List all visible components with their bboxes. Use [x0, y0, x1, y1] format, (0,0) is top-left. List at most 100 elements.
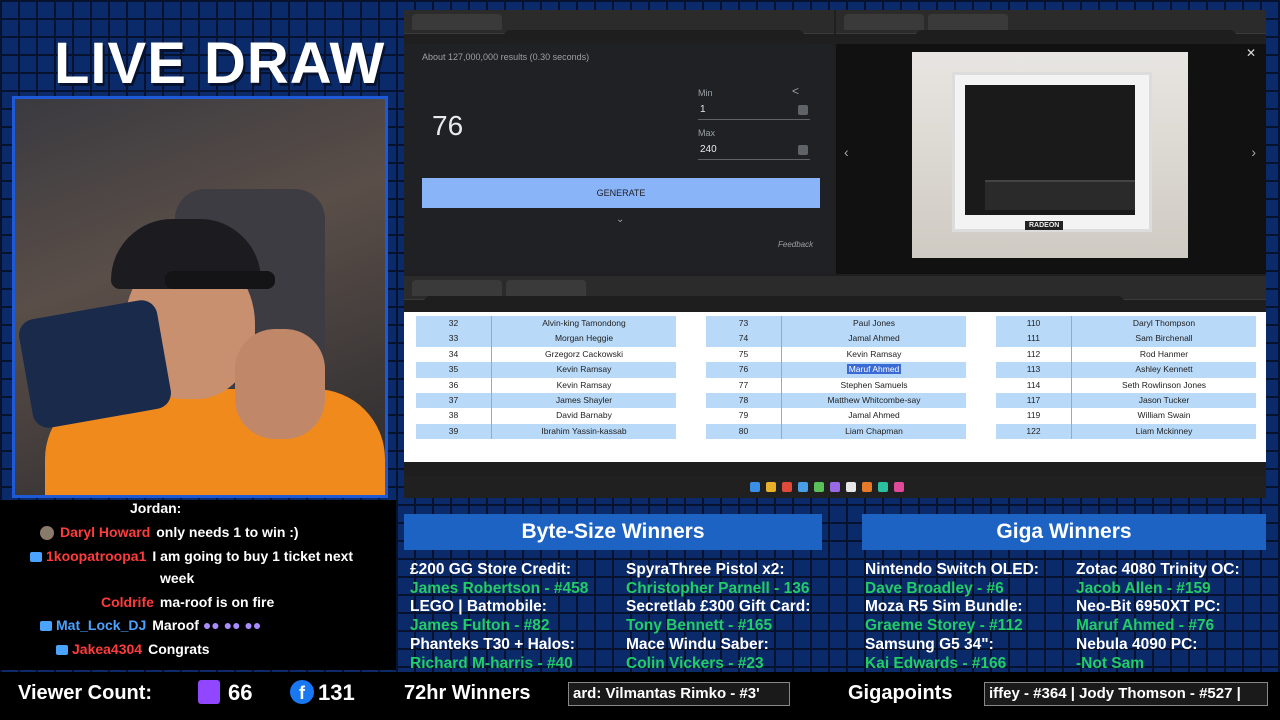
chat-partial-line: Jordan:	[130, 500, 182, 516]
table-row: 74 Jamal Ahmed	[706, 331, 966, 347]
badge-icon	[30, 552, 42, 563]
chevron-left-icon[interactable]: ‹	[844, 144, 849, 160]
entry-number: 75	[706, 346, 782, 363]
browser-tab[interactable]	[928, 14, 1008, 30]
max-field[interactable]: 240	[698, 142, 810, 160]
graphics-card	[985, 180, 1135, 210]
entry-number: 117	[996, 392, 1072, 409]
table-row: 36 Kevin Ramsay	[416, 377, 676, 393]
chat-message: Jakea4304 Congrats	[56, 641, 210, 657]
chat-username[interactable]: Daryl Howard	[60, 524, 150, 540]
start-icon[interactable]	[750, 482, 760, 492]
chat-text: ma-roof is on fire	[159, 594, 275, 610]
selected-entry-name[interactable]: Maruf Ahmed	[846, 364, 902, 375]
chevron-right-icon[interactable]: ›	[1251, 144, 1256, 160]
prize-name: Zotac 4080 Trinity OC:	[1076, 561, 1240, 578]
max-label: Max	[698, 128, 716, 138]
entry-number: 80	[706, 423, 782, 440]
address-bar[interactable]	[424, 296, 1124, 308]
feedback-link[interactable]: Feedback	[778, 240, 813, 249]
table-row-highlighted: 76 Maruf Ahmed	[706, 362, 966, 378]
table-row: 37 James Shayler	[416, 392, 676, 409]
table-row: 78 Matthew Whitcombe-say	[706, 392, 966, 409]
table-row: 77 Stephen Samuels	[706, 377, 966, 393]
table-row: 112 Rod Hanmer	[996, 346, 1256, 363]
address-bar[interactable]	[916, 30, 1236, 42]
entry-number: 111	[996, 331, 1072, 347]
entry-name: Maruf Ahmed	[782, 362, 966, 377]
browser-tab[interactable]	[844, 14, 924, 30]
app-icon[interactable]	[846, 482, 856, 492]
entry-number: 73	[706, 316, 782, 332]
min-field[interactable]: 1	[698, 102, 810, 120]
folder-icon[interactable]	[766, 482, 776, 492]
entry-name: Ashley Kennett	[1135, 364, 1193, 375]
app-icon[interactable]	[798, 482, 808, 492]
entry-name: Sam Birchenall	[1135, 333, 1193, 344]
app-icon[interactable]	[878, 482, 888, 492]
entry-name: Alvin-king Tamondong	[542, 318, 626, 328]
min-spinner[interactable]	[798, 105, 808, 115]
chat-username[interactable]: Coldrife	[101, 594, 154, 610]
generated-number: 76	[432, 110, 464, 141]
facebook-icon: f	[290, 680, 314, 704]
app-icon[interactable]	[830, 482, 840, 492]
prize-name: Mace Windu Saber:	[626, 635, 769, 653]
prize-name: Secretlab £300 Gift Card:	[626, 598, 811, 616]
facebook-viewer-count: 131	[318, 680, 355, 705]
search-results-count: About 127,000,000 results (0.30 seconds)	[422, 52, 590, 62]
chevron-down-icon[interactable]: ⌄	[616, 214, 624, 225]
browser-tab[interactable]	[412, 280, 502, 296]
prize-name: Nebula 4090 PC:	[1076, 635, 1198, 653]
byte-size-list-left: £200 GG Store Credit: James Robertson - …	[410, 561, 588, 673]
giga-list-left: Nintendo Switch OLED: Dave Broadley - #6…	[865, 561, 1039, 673]
prize-winner: Maruf Ahmed - #76	[1076, 617, 1215, 635]
close-icon[interactable]: ✕	[1246, 46, 1256, 60]
max-spinner[interactable]	[798, 145, 808, 155]
browser-tab[interactable]	[412, 14, 502, 30]
entry-number: 77	[706, 377, 782, 393]
entry-number: 119	[996, 408, 1072, 424]
browser-chrome-bottom	[404, 276, 1266, 308]
app-icon[interactable]	[814, 482, 824, 492]
entry-name: Paul Jones	[852, 318, 896, 328]
chat-text: I am going to buy 1 ticket next	[152, 548, 354, 564]
prize-name: Samsung G5 34":	[865, 635, 994, 653]
chat-text-wrap: week	[160, 570, 195, 586]
byte-size-heading: Byte-Size Winners	[404, 514, 822, 550]
entry-name: Jamal Ahmed	[848, 410, 900, 421]
browser-tab[interactable]	[506, 280, 586, 296]
entry-number: 113	[996, 362, 1072, 378]
entry-name: Rod Hanmer	[1139, 348, 1189, 359]
table-row: 33 Morgan Heggie	[416, 331, 676, 347]
chat-username[interactable]: Mat_Lock_DJ	[56, 617, 146, 633]
pc-interior	[965, 85, 1135, 215]
share-icon[interactable]: <	[792, 84, 799, 98]
app-icon[interactable]	[862, 482, 872, 492]
prize-winner: Tony Bennett - #165	[626, 617, 773, 635]
chat-message: Daryl Howard only needs 1 to win :)	[40, 524, 299, 541]
entry-number: 33	[416, 331, 492, 347]
prize-winner: Richard M-harris - #40	[410, 654, 573, 672]
entries-table: 32 Alvin-king Tamondong 33 Morgan Heggie 3…	[404, 312, 1266, 462]
entry-number: 112	[996, 346, 1072, 363]
table-row: 35 Kevin Ramsay	[416, 362, 676, 378]
entry-number: 35	[416, 362, 492, 378]
chat-username[interactable]: Jakea4304	[72, 641, 142, 657]
prize-name: £200 GG Store Credit:	[410, 561, 572, 578]
generate-button[interactable]: GENERATE	[422, 178, 820, 208]
prize-winner: James Robertson - #458	[410, 579, 589, 597]
app-icon[interactable]	[782, 482, 792, 492]
winners-72hr-ticker: ard: Vilmantas Rimko - #3'	[568, 682, 790, 706]
address-bar[interactable]	[504, 30, 804, 42]
entry-name: Kevin Ramsay	[556, 379, 612, 390]
entry-name: Stephen Samuels	[840, 379, 908, 390]
badge-icon	[56, 645, 68, 656]
entry-number: 122	[996, 423, 1072, 440]
table-row: 34 Grzegorz Cackowski	[416, 346, 676, 363]
prize-winner: Dave Broadley - #6	[865, 579, 1004, 597]
chat-username[interactable]: 1koopatroopa1	[46, 548, 146, 564]
app-icon[interactable]	[894, 482, 904, 492]
entry-name: Jason Tucker	[1138, 394, 1190, 405]
entry-name: Kevin Ramsay	[846, 348, 902, 359]
